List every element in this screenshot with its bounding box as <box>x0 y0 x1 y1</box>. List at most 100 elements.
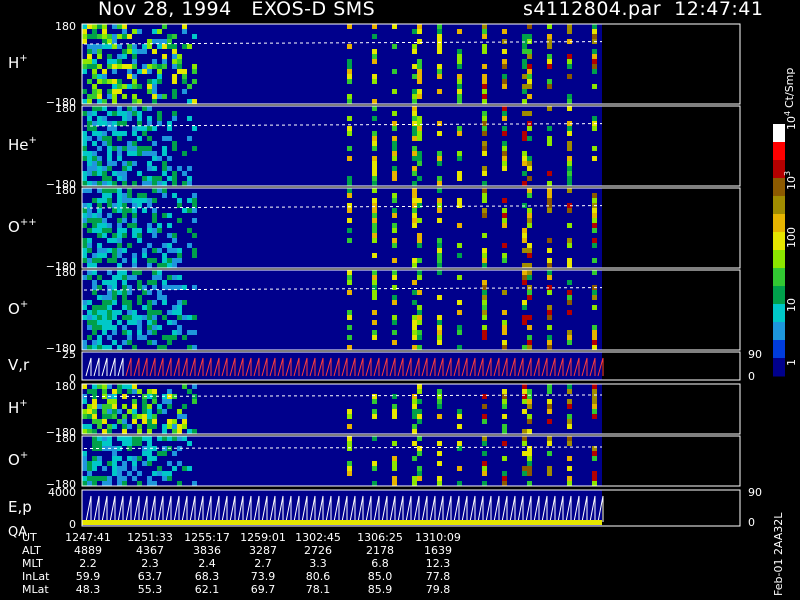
heat-cell <box>97 44 102 49</box>
heat-cell <box>437 121 442 126</box>
heat-cell <box>172 141 177 146</box>
heat-cell <box>102 481 107 486</box>
heat-cell <box>117 106 122 111</box>
heat-cell <box>187 84 192 89</box>
heat-cell <box>152 233 157 238</box>
info-row-alt: ALT 4889 4367 3836 3287 2726 2178 1639 <box>0 544 760 557</box>
heat-cell <box>122 248 127 253</box>
heat-cell <box>187 315 192 320</box>
heat-cell <box>372 176 377 181</box>
heat-cell <box>437 451 442 456</box>
heat-cell <box>112 121 117 126</box>
heat-cell <box>482 330 487 335</box>
heat-cell <box>527 263 532 268</box>
heat-cell <box>162 335 167 340</box>
heat-cell <box>127 340 132 345</box>
heat-cell <box>592 404 597 409</box>
heat-cell <box>142 409 147 414</box>
heat-cell <box>107 121 112 126</box>
heat-cell <box>147 441 152 446</box>
heat-cell <box>97 253 102 258</box>
heat-cell <box>482 84 487 89</box>
heat-cell <box>192 218 197 223</box>
heat-cell <box>87 181 92 186</box>
heat-cell <box>417 136 422 141</box>
heat-cell <box>132 419 137 424</box>
heat-cell <box>527 166 532 171</box>
heat-cell <box>102 280 107 285</box>
heat-cell <box>502 29 507 34</box>
heat-cell <box>482 171 487 176</box>
heat-cell <box>547 335 552 340</box>
heat-cell <box>152 151 157 156</box>
heat-cell <box>347 188 352 193</box>
heat-cell <box>592 116 597 121</box>
heat-cell <box>592 335 597 340</box>
heat-cell <box>162 471 167 476</box>
heat-cell <box>522 315 527 320</box>
heat-cell <box>567 424 572 429</box>
heat-cell <box>457 79 462 84</box>
heat-cell <box>347 315 352 320</box>
heat-cell <box>137 99 142 104</box>
heat-cell <box>437 315 442 320</box>
heat-cell <box>152 414 157 419</box>
info-value: 1302:45 <box>295 531 341 544</box>
heat-cell <box>132 208 137 213</box>
heat-cell <box>437 74 442 79</box>
heat-cell <box>527 49 532 54</box>
heat-cell <box>92 258 97 263</box>
heat-cell <box>417 39 422 44</box>
heat-cell <box>142 106 147 111</box>
heat-cell <box>82 29 87 34</box>
heat-cell <box>547 24 552 29</box>
heat-cell <box>567 54 572 59</box>
heat-cell <box>112 285 117 290</box>
heat-cell <box>182 424 187 429</box>
heat-cell <box>107 320 112 325</box>
heat-cell <box>157 111 162 116</box>
heat-cell <box>567 171 572 176</box>
heat-cell <box>417 29 422 34</box>
heat-cell <box>372 280 377 285</box>
heat-cell <box>152 59 157 64</box>
heat-cell <box>127 198 132 203</box>
heat-cell <box>437 330 442 335</box>
heat-cell <box>152 188 157 193</box>
heat-cell <box>102 29 107 34</box>
heat-cell <box>92 44 97 49</box>
heat-cell <box>592 64 597 69</box>
heat-cell <box>92 466 97 471</box>
heat-cell <box>567 330 572 335</box>
heat-cell <box>132 436 137 441</box>
heat-cell <box>127 111 132 116</box>
heat-cell <box>522 305 527 310</box>
heat-cell <box>417 131 422 136</box>
heat-cell <box>87 471 92 476</box>
heat-cell <box>482 126 487 131</box>
heat-cell <box>112 466 117 471</box>
heat-cell <box>157 263 162 268</box>
heat-cell <box>87 345 92 350</box>
heat-cell <box>97 74 102 79</box>
heat-cell <box>522 384 527 389</box>
heat-cell <box>392 300 397 305</box>
heat-cell <box>482 414 487 419</box>
heat-cell <box>412 218 417 223</box>
heat-cell <box>122 295 127 300</box>
heat-cell <box>92 213 97 218</box>
heat-cell <box>177 54 182 59</box>
heat-cell <box>347 275 352 280</box>
heat-cell <box>112 39 117 44</box>
heat-cell <box>147 300 152 305</box>
heat-cell <box>482 94 487 99</box>
heat-cell <box>417 218 422 223</box>
heat-cell <box>107 258 112 263</box>
heat-cell <box>82 136 87 141</box>
heat-cell <box>107 248 112 253</box>
heat-cell <box>92 436 97 441</box>
heat-cell <box>142 126 147 131</box>
heat-cell <box>592 399 597 404</box>
heat-cell <box>482 471 487 476</box>
heat-cell <box>547 193 552 198</box>
